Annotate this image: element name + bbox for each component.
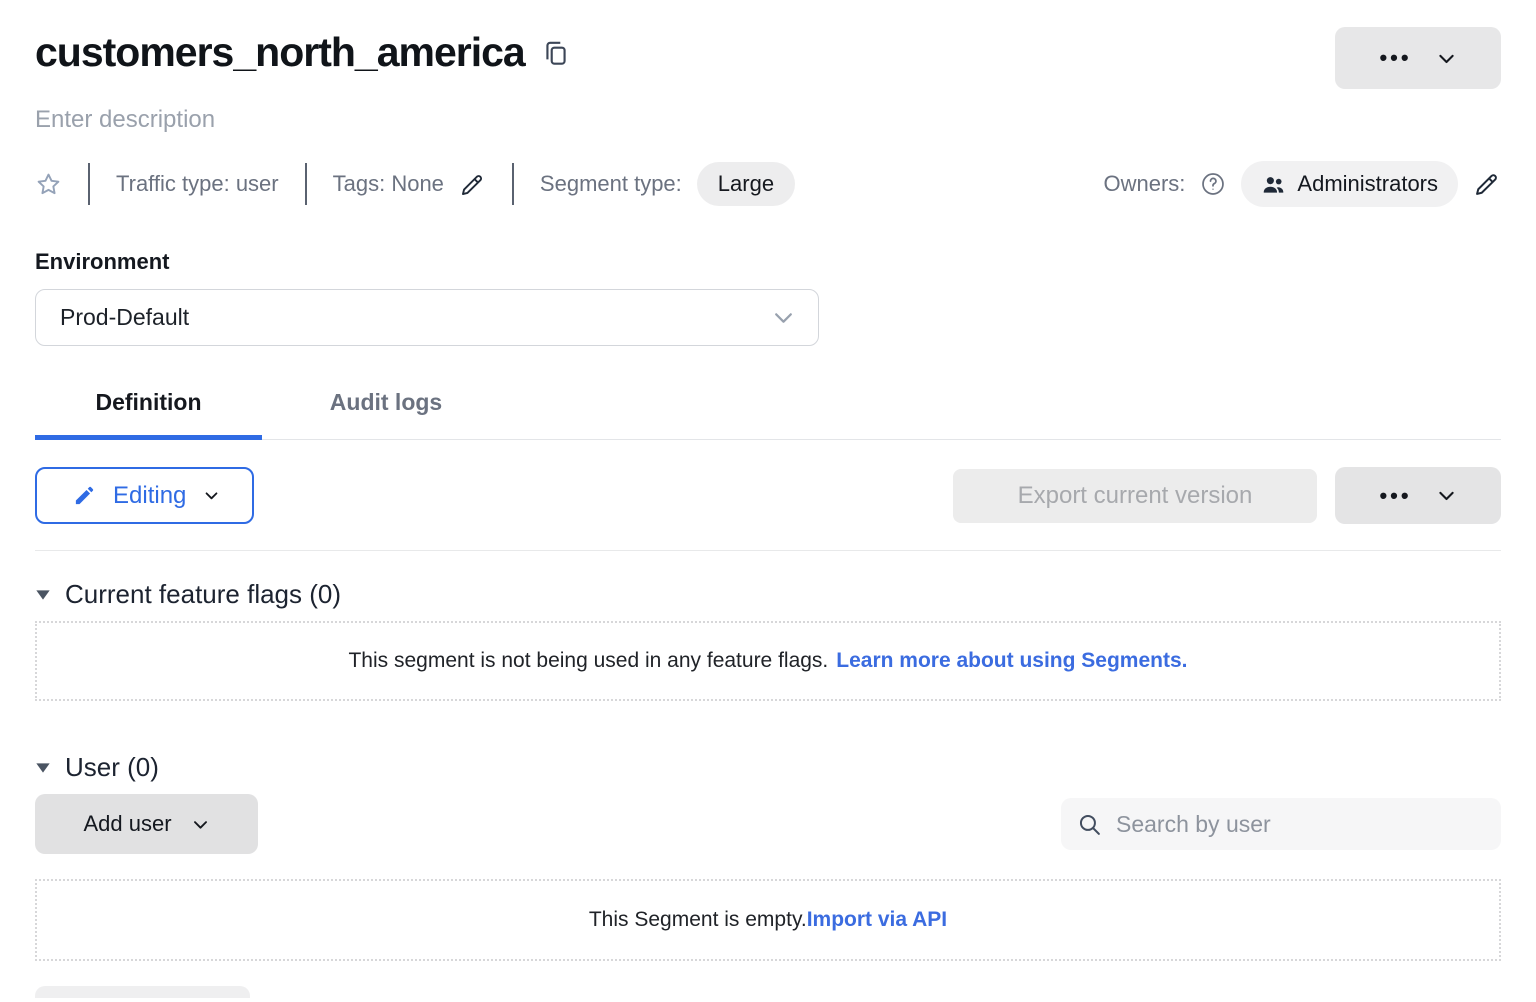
environment-select[interactable]: Prod-Default [35,289,819,346]
owners-badge[interactable]: Administrators [1241,161,1458,207]
tags-item: Tags: None [333,171,486,198]
feature-flags-empty-text: This segment is not being used in any fe… [348,649,828,673]
feature-flags-section-title: Current feature flags (0) [65,579,341,610]
copy-name-button[interactable] [543,38,569,68]
pencil-icon [459,171,486,198]
page-header: customers_north_america ••• [35,0,1501,89]
owners-label: Owners: [1103,171,1185,197]
definition-more-options-button[interactable]: ••• [1335,467,1501,524]
owners-value: Administrators [1297,171,1438,197]
divider [35,550,1501,551]
editing-label: Editing [113,482,186,510]
triangle-down-icon [35,760,51,776]
title-wrap: customers_north_america [35,27,569,78]
tab-definition[interactable]: Definition [35,380,262,439]
divider [305,163,307,205]
definition-toolbar: Editing Export current version ••• [35,467,1501,524]
meta-row: Traffic type: user Tags: None Segment ty… [35,161,1501,207]
segment-type-item: Segment type: Large [540,162,795,206]
below-fold-element [35,986,250,998]
pencil-filled-icon [73,484,96,507]
export-current-version-button[interactable]: Export current version [953,469,1317,523]
divider [512,163,514,205]
tab-bar: Definition Audit logs [35,380,1501,440]
ellipsis-icon: ••• [1379,485,1411,507]
learn-more-link[interactable]: Learn more about using Segments. [836,649,1187,673]
user-empty-state: This Segment is empty. Import via API [35,879,1501,961]
ellipsis-icon: ••• [1379,47,1411,69]
user-section-title: User (0) [65,752,159,783]
editing-mode-button[interactable]: Editing [35,467,254,524]
chevron-down-icon [1436,485,1457,506]
segment-detail-page: customers_north_america ••• Enter descri… [0,0,1536,1002]
user-search-input[interactable] [1114,810,1485,839]
divider [88,163,90,205]
people-icon [1261,172,1286,197]
chevron-down-icon [203,487,220,504]
chevron-down-icon [191,815,210,834]
segment-type-badge: Large [697,162,795,206]
pencil-icon [1473,170,1501,198]
help-circle-icon[interactable] [1200,171,1226,197]
copy-icon [543,38,569,68]
traffic-type-label: Traffic type: user [116,171,279,197]
search-icon [1077,812,1102,837]
user-search-box [1061,798,1501,850]
header-more-options-button[interactable]: ••• [1335,27,1501,89]
environment-label: Environment [35,249,1501,275]
add-user-button[interactable]: Add user [35,794,258,854]
chevron-down-icon [1436,48,1457,69]
toolbar-right-group: Export current version ••• [953,467,1501,524]
owners-group: Owners: Administrators [1103,161,1501,207]
feature-flags-empty-state: This segment is not being used in any fe… [35,621,1501,701]
edit-tags-button[interactable] [459,171,486,198]
user-toolbar: Add user [35,794,1501,854]
triangle-down-icon [35,587,51,603]
user-section-header[interactable]: User (0) [35,752,159,783]
edit-owners-button[interactable] [1473,170,1501,198]
feature-flags-section-header[interactable]: Current feature flags (0) [35,579,341,610]
chevron-down-icon [771,305,796,330]
environment-selected-value: Prod-Default [60,304,189,331]
segment-type-label: Segment type: [540,171,682,197]
description-field[interactable]: Enter description [35,106,215,134]
page-title: customers_north_america [35,27,525,78]
star-icon [35,171,62,198]
favorite-button[interactable] [35,171,62,198]
tags-label: Tags: None [333,171,444,197]
user-empty-text: This Segment is empty. [589,908,807,932]
tab-audit-logs[interactable]: Audit logs [262,380,510,439]
import-via-api-link[interactable]: Import via API [807,908,947,932]
add-user-label: Add user [83,811,171,837]
